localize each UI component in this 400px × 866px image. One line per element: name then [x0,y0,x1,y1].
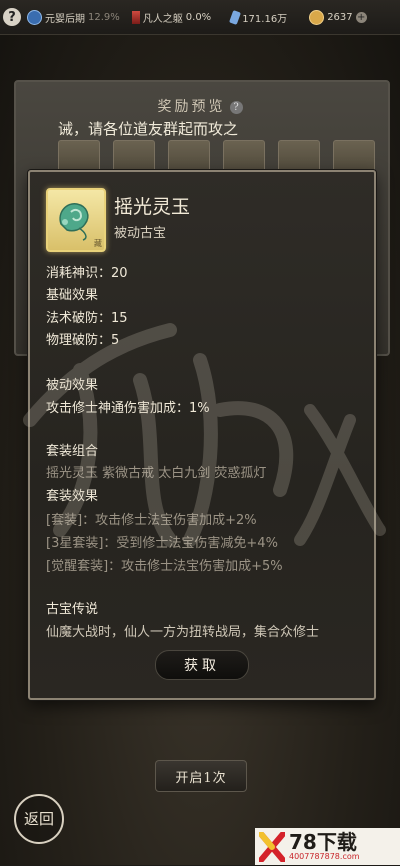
blue-crystal-icon [229,9,242,25]
body-label: 凡人之躯 [142,13,183,25]
body-stat[interactable]: 凡人之躯 0.0% [131,10,212,25]
logo-main-text: 78下载 [289,830,357,854]
item-icon-frame: 藏 [46,188,106,252]
set-members: 摇光灵玉 紫微古戒 太白九剑 荧惑孤灯 [46,466,267,481]
help-button[interactable]: ? [3,8,21,26]
item-type: 被动古宝 [114,226,167,241]
preview-title-row: 奖励预览? [0,96,400,116]
body-percent: 0.0% [185,11,212,23]
base-effect-title: 基础效果 [46,288,99,303]
currency-bar: ? 元婴后期 12.9% 凡人之躯 0.0% 171.16万 2637 + [0,0,400,35]
set-effect-title: 套装效果 [46,489,99,504]
announcement-marquee: 诫，请各位道友群起而攻之 [58,120,239,138]
preview-help-icon[interactable]: ? [229,100,243,114]
logo-x-icon [258,830,286,863]
collection-tag: 藏 [94,239,102,248]
crystal-amount: 171.16万 [242,13,288,25]
item-name: 摇光灵玉 [114,196,191,218]
add-coin-button[interactable]: + [355,11,367,23]
gold-coin-icon [309,9,325,25]
crystal-stat[interactable]: 171.16万 [229,9,288,25]
coin-amount: 2637 [327,11,353,23]
passive-effect-line: 攻击修士神通伤害加成：1% [46,401,210,416]
set-title: 套装组合 [46,444,99,459]
spirit-orb-icon [27,9,42,25]
passive-effect-title: 被动效果 [46,378,99,393]
consume-text: 消耗神识：20 [46,266,128,281]
set-effect-line: [觉醒套装]：攻击修士法宝伤害加成+5% [46,559,283,574]
legend-text: 仙魔大战时，仙人一方为扭转战局，集合众修士 [46,625,320,640]
coin-stat[interactable]: 2637 + [309,9,367,25]
base-effect-line: 物理破防：5 [46,333,120,348]
logo-sub-text: 4007787878.com [289,852,360,861]
base-effect-line: 法术破防：15 [46,311,128,326]
back-button[interactable]: 返回 [14,794,64,844]
site-logo: 78下载 4007787878.com [255,828,400,865]
preview-title: 奖励预览 [157,99,226,115]
realm-percent: 12.9% [88,11,120,23]
realm-stat[interactable]: 元婴后期 12.9% [27,9,120,25]
set-effect-line: [套装]：攻击修士法宝伤害加成+2% [46,513,257,528]
open-once-button[interactable]: 开启1次 [155,760,247,792]
jade-icon [59,203,89,241]
set-effect-line: [3星套装]：受到修士法宝伤害减免+4% [46,536,278,551]
realm-label: 元婴后期 [45,13,85,25]
obtain-button[interactable]: 获取 [155,650,249,680]
red-sword-icon [131,10,140,24]
legend-title: 古宝传说 [46,602,99,617]
item-detail-popup: 藏 摇光灵玉 被动古宝 消耗神识：20 基础效果 法术破防：15 物理破防：5 … [28,170,376,700]
